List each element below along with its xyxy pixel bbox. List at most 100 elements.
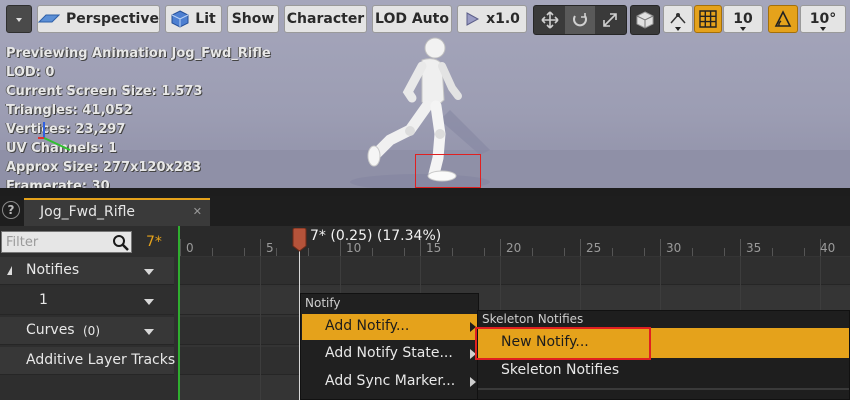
timeline-start-marker xyxy=(178,226,180,400)
ruler-label: 40 xyxy=(820,241,836,255)
translate-tool-button[interactable] xyxy=(535,6,565,34)
rotation-snap-value-dropdown[interactable]: 10° xyxy=(800,5,846,33)
character-button[interactable]: Character xyxy=(284,5,367,33)
ruler-tick xyxy=(612,248,613,256)
scrubber-readout: 7* (0.25) (17.34%) xyxy=(310,228,442,244)
timeline-ruler[interactable]: 0 5 10 15 20 25 30 35 40 xyxy=(178,226,850,256)
ruler-tick xyxy=(692,248,693,256)
show-label: Show xyxy=(231,11,275,27)
rotation-snap-value: 10° xyxy=(809,11,837,27)
tab-title: Jog_Fwd_Rifle xyxy=(40,204,136,220)
track-label: 1 xyxy=(39,292,48,308)
track-curves[interactable]: Curves (0) xyxy=(0,317,174,345)
grid-icon xyxy=(699,10,717,28)
panel-divider[interactable] xyxy=(0,188,850,196)
show-button[interactable]: Show xyxy=(227,5,279,33)
chevron-down-icon[interactable] xyxy=(144,299,154,305)
tab-jog-fwd-rifle[interactable]: Jog_Fwd_Rifle ✕ xyxy=(24,198,210,226)
stat-line: Previewing Animation Jog_Fwd_Rifle xyxy=(6,46,271,61)
playback-speed-button[interactable]: x1.0 xyxy=(457,5,527,33)
perspective-label: Perspective xyxy=(66,11,159,27)
perspective-button[interactable]: Perspective xyxy=(37,5,160,33)
menu-item-label: Add Notify... xyxy=(325,318,410,334)
track-label: Notifies xyxy=(26,262,80,278)
chevron-down-icon[interactable] xyxy=(144,329,154,335)
animation-viewport[interactable]: Perspective Lit Show Character LOD Auto … xyxy=(0,0,850,188)
play-icon xyxy=(466,12,480,26)
scale-tool-button[interactable] xyxy=(595,6,625,34)
stat-line: Current Screen Size: 1.573 xyxy=(6,84,203,99)
angle-icon xyxy=(774,10,792,27)
lod-label: LOD Auto xyxy=(375,11,449,27)
ruler-tick xyxy=(644,248,645,256)
new-notify-highlight-annotation xyxy=(475,327,651,360)
world-space-button[interactable] xyxy=(631,6,659,34)
grid-snap-toggle[interactable] xyxy=(694,5,722,33)
ruler-tick xyxy=(452,248,453,256)
ruler-tick xyxy=(308,248,309,256)
ruler-tick xyxy=(180,239,181,256)
ruler-label: 20 xyxy=(506,241,522,255)
tab-strip: ? Jog_Fwd_Rifle ✕ xyxy=(0,196,850,226)
grid-snap-value: 10 xyxy=(733,11,753,27)
rotate-tool-button[interactable] xyxy=(565,6,595,34)
surface-snap-icon xyxy=(670,13,686,24)
grid-snap-value-dropdown[interactable]: 10 xyxy=(723,5,763,33)
expand-arrow-icon[interactable] xyxy=(7,266,12,275)
track-label: Curves xyxy=(26,322,75,338)
move-arrows-icon xyxy=(541,11,559,29)
ruler-tick xyxy=(580,239,581,256)
world-local-toggle[interactable] xyxy=(630,5,660,35)
track-notifies[interactable]: Notifies xyxy=(0,257,174,285)
ruler-label: 35 xyxy=(746,241,762,255)
ruler-tick xyxy=(212,248,213,256)
close-icon[interactable]: ✕ xyxy=(193,205,202,218)
timeline-gridline xyxy=(260,256,261,400)
stat-line: Approx Size: 277x120x283 xyxy=(6,160,202,175)
ruler-tick xyxy=(500,239,501,256)
lit-cube-icon xyxy=(171,10,189,28)
menu-item-add-sync-marker[interactable]: Add Sync Marker... xyxy=(302,369,478,395)
rotation-snap-toggle[interactable] xyxy=(768,5,798,33)
lod-button[interactable]: LOD Auto xyxy=(372,5,452,33)
character-label: Character xyxy=(286,11,365,27)
submenu-section-header: Skeleton Notifies xyxy=(482,312,584,326)
ruler-tick xyxy=(404,248,405,256)
chevron-down-icon xyxy=(16,18,22,22)
search-icon[interactable] xyxy=(112,234,130,252)
chevron-right-icon xyxy=(470,377,476,387)
axis-gizmo-icon xyxy=(38,122,71,151)
menu-item-label: Add Notify State... xyxy=(325,345,453,361)
ruler-tick xyxy=(244,248,245,256)
timeline-track-row[interactable] xyxy=(178,257,850,285)
ruler-tick xyxy=(660,239,661,256)
ruler-tick xyxy=(804,248,805,256)
ruler-tick xyxy=(564,248,565,256)
playback-speed-label: x1.0 xyxy=(486,11,520,27)
menu-item-label: Skeleton Notifies xyxy=(501,362,620,378)
track-additive-layer[interactable]: Additive Layer Tracks xyxy=(0,347,175,375)
chevron-down-icon[interactable] xyxy=(144,269,154,275)
ruler-tick xyxy=(532,248,533,256)
ruler-label: 0 xyxy=(186,241,194,255)
stat-line: LOD: 0 xyxy=(6,65,55,80)
ruler-label: 5 xyxy=(266,241,274,255)
scrubber-handle[interactable] xyxy=(292,228,307,252)
ruler-tick xyxy=(740,239,741,256)
menu-section-header: Notify xyxy=(305,296,341,310)
menu-item-skeleton-notifies[interactable]: Skeleton Notifies xyxy=(478,356,849,386)
chevron-down-icon xyxy=(740,27,746,31)
track-notify-row[interactable]: 1 xyxy=(0,287,174,315)
menu-item-add-notify-state[interactable]: Add Notify State... xyxy=(302,341,478,367)
lit-button[interactable]: Lit xyxy=(165,5,222,33)
menu-item-add-notify[interactable]: Add Notify... xyxy=(302,314,478,340)
viewport-options-button[interactable] xyxy=(6,5,32,33)
ruler-tick xyxy=(772,248,773,256)
chevron-down-icon xyxy=(820,27,826,31)
lit-label: Lit xyxy=(195,11,216,27)
stat-line: Framerate: 30 xyxy=(6,179,110,188)
help-icon[interactable]: ? xyxy=(2,201,20,219)
current-frame-indicator: 7* xyxy=(146,234,162,250)
ruler-tick xyxy=(276,248,277,256)
surface-snap-button[interactable] xyxy=(663,5,693,33)
